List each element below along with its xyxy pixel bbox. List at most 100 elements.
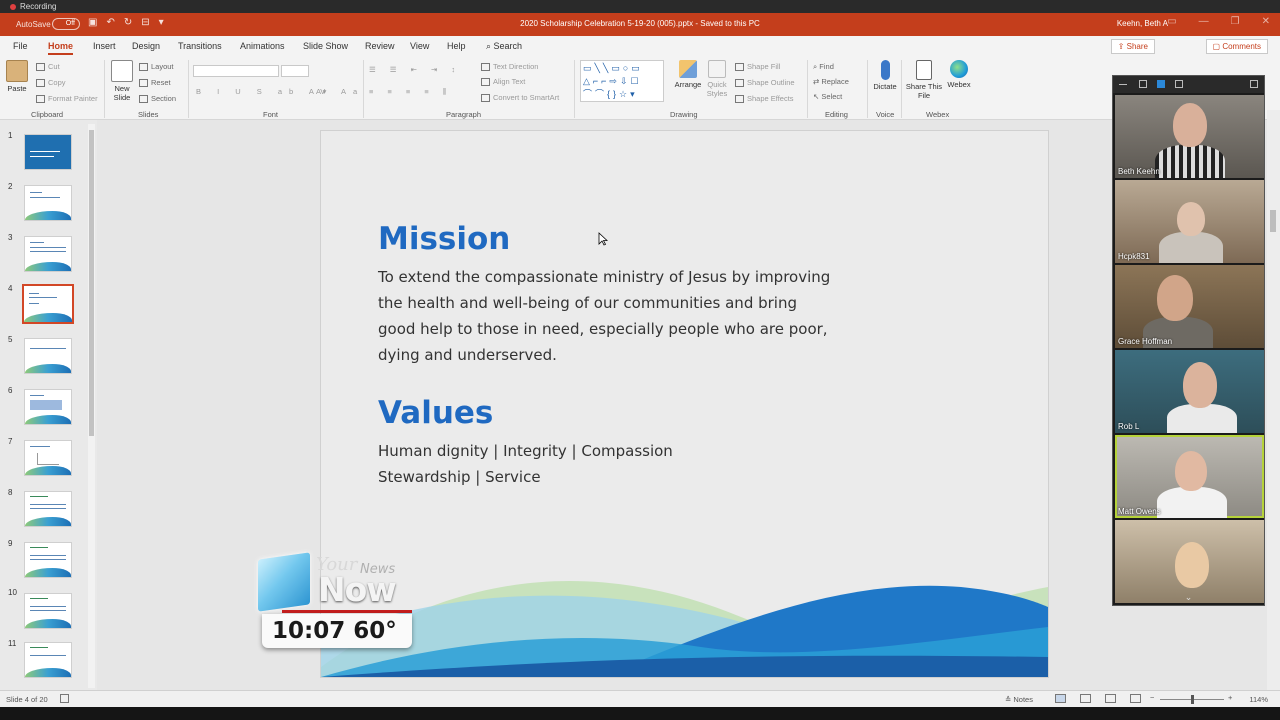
search-box[interactable]: ⌕ Search bbox=[486, 41, 522, 52]
minimize-icon[interactable] bbox=[1119, 80, 1127, 85]
slide-sorter-icon[interactable] bbox=[1080, 694, 1091, 703]
copy-button[interactable]: Copy bbox=[36, 78, 66, 88]
text-direction-button[interactable]: Text Direction bbox=[481, 62, 538, 72]
values-title[interactable]: Values bbox=[378, 395, 493, 431]
convert-smartart-label: Convert to SmartArt bbox=[493, 93, 560, 102]
speaker-view-icon[interactable] bbox=[1157, 80, 1165, 88]
slide-counter: Slide 4 of 20 bbox=[6, 695, 48, 704]
tab-view[interactable]: View bbox=[410, 41, 429, 51]
slide-thumbnail[interactable] bbox=[24, 185, 72, 221]
shape-fill-button[interactable]: Shape Fill bbox=[735, 62, 780, 72]
ribbon-display-icon[interactable]: ▭ bbox=[1167, 16, 1176, 27]
layout-icon[interactable] bbox=[1139, 80, 1147, 88]
scrollbar-thumb[interactable] bbox=[89, 130, 94, 436]
shape-effects-button[interactable]: Shape Effects bbox=[735, 94, 794, 104]
zoom-level[interactable]: 114% bbox=[1249, 695, 1268, 704]
slide-thumbnail[interactable] bbox=[24, 642, 72, 678]
normal-view-icon[interactable] bbox=[1055, 694, 1066, 703]
slide[interactable]: Mission To extend the compassionate mini… bbox=[321, 131, 1048, 677]
tab-home[interactable]: Home bbox=[48, 41, 74, 55]
dictate-button[interactable]: Dictate bbox=[872, 60, 898, 91]
convert-smartart-button[interactable]: Convert to SmartArt bbox=[481, 93, 560, 103]
slideshow-view-icon[interactable] bbox=[1130, 694, 1141, 703]
participant-tile[interactable] bbox=[1115, 520, 1264, 603]
minimize-icon[interactable]: — bbox=[1199, 16, 1209, 27]
quick-styles-button[interactable]: Quick Styles bbox=[704, 60, 730, 98]
notes-button[interactable]: ≙ Notes bbox=[1005, 695, 1033, 704]
participant-body bbox=[1155, 145, 1225, 178]
replace-button[interactable]: ⇄ Replace bbox=[813, 77, 849, 86]
cut-button[interactable]: Cut bbox=[36, 62, 60, 72]
arrange-button[interactable]: Arrange bbox=[673, 60, 703, 89]
group-label-webex: Webex bbox=[926, 110, 950, 119]
mission-text[interactable]: To extend the compassionate ministry of … bbox=[378, 264, 838, 368]
align-text-button[interactable]: Align Text bbox=[481, 77, 525, 87]
thumbnail-scrollbar[interactable] bbox=[88, 124, 95, 688]
values-line-2[interactable]: Stewardship | Service bbox=[378, 464, 838, 490]
accessibility-icon[interactable] bbox=[60, 694, 69, 703]
zoom-out-icon[interactable]: − bbox=[1150, 693, 1154, 702]
slide-number: 6 bbox=[8, 386, 13, 395]
group-label-voice: Voice bbox=[876, 110, 895, 119]
slide-thumbnail[interactable] bbox=[24, 593, 72, 629]
zoom-in-icon[interactable]: + bbox=[1228, 693, 1232, 702]
slide-thumbnail[interactable] bbox=[24, 491, 72, 527]
shape-outline-button[interactable]: Shape Outline bbox=[735, 78, 795, 88]
slide-thumbnail[interactable] bbox=[24, 542, 72, 578]
participant-tile[interactable]: Grace Hoffman bbox=[1115, 265, 1264, 348]
tab-insert[interactable]: Insert bbox=[93, 41, 116, 51]
comments-button[interactable]: ▢ Comments bbox=[1205, 39, 1268, 54]
section-button[interactable]: Section bbox=[139, 94, 176, 104]
webex-button[interactable]: Webex bbox=[946, 60, 972, 89]
share-button[interactable]: ⇪ Share bbox=[1110, 39, 1155, 54]
paste-button[interactable]: Paste bbox=[6, 60, 28, 93]
participant-head bbox=[1175, 542, 1209, 588]
tab-transitions[interactable]: Transitions bbox=[178, 41, 222, 51]
list-buttons[interactable]: ☰ ☰ ⇤ ⇥ ↕ bbox=[369, 65, 461, 74]
tab-slide-show[interactable]: Slide Show bbox=[303, 41, 348, 51]
tab-review[interactable]: Review bbox=[365, 41, 395, 51]
font-format-buttons[interactable]: B I U S ab AV Aa bbox=[196, 87, 364, 96]
find-button[interactable]: ⌕ Find bbox=[813, 62, 834, 72]
close-icon[interactable]: ✕ bbox=[1262, 16, 1270, 27]
notes-label: Notes bbox=[1013, 695, 1033, 704]
reading-view-icon[interactable] bbox=[1105, 694, 1116, 703]
font-family-select[interactable] bbox=[193, 65, 279, 77]
gallery-view-icon[interactable] bbox=[1175, 80, 1183, 88]
share-file-button[interactable]: Share This File bbox=[905, 60, 943, 100]
tab-animations[interactable]: Animations bbox=[240, 41, 285, 51]
user-name[interactable]: Keehn, Beth A bbox=[1117, 19, 1168, 28]
shapes-gallery[interactable]: ▭╲╲▭○▭ △⌐⌐⇨⇩☐ ⌒⌒{}☆▾ bbox=[580, 60, 664, 102]
participant-tile[interactable]: Hcpk831 bbox=[1115, 180, 1264, 263]
participant-tile-active-speaker[interactable]: Matt Owens bbox=[1115, 435, 1264, 518]
tab-help[interactable]: Help bbox=[447, 41, 466, 51]
restore-icon[interactable]: ❐ bbox=[1231, 16, 1240, 27]
slide-thumbnail[interactable] bbox=[24, 236, 72, 272]
expand-icon[interactable] bbox=[1250, 80, 1258, 88]
layout-button[interactable]: Layout bbox=[139, 62, 174, 72]
participant-tile[interactable]: Rob L bbox=[1115, 350, 1264, 433]
slide-thumbnail[interactable] bbox=[24, 134, 72, 170]
format-painter-button[interactable]: Format Painter bbox=[36, 94, 98, 104]
canvas-scrollbar[interactable] bbox=[1267, 110, 1280, 690]
participant-tile[interactable]: Beth Keehn bbox=[1115, 95, 1264, 178]
font-color-button[interactable]: A ▾ bbox=[316, 87, 326, 96]
reset-button[interactable]: Reset bbox=[139, 78, 171, 88]
zoom-slider-knob[interactable] bbox=[1191, 695, 1194, 704]
tab-design[interactable]: Design bbox=[132, 41, 160, 51]
slide-thumbnail[interactable] bbox=[24, 440, 72, 476]
mission-title[interactable]: Mission bbox=[378, 221, 510, 257]
tab-file[interactable]: File bbox=[13, 41, 28, 51]
values-line-1[interactable]: Human dignity | Integrity | Compassion bbox=[378, 438, 838, 464]
scroll-down-chevron-icon[interactable]: ⌄ bbox=[1113, 592, 1264, 603]
alignment-buttons[interactable]: ≡ ≡ ≡ ≡ ⫼ bbox=[369, 87, 452, 97]
new-slide-button[interactable]: New Slide bbox=[109, 60, 135, 102]
scrollbar-thumb[interactable] bbox=[1270, 210, 1276, 232]
font-size-select[interactable] bbox=[281, 65, 309, 77]
screen-bottom-edge bbox=[0, 707, 1280, 720]
slide-thumbnail[interactable] bbox=[24, 389, 72, 425]
share-file-label: Share This File bbox=[905, 82, 943, 100]
slide-thumbnail[interactable] bbox=[24, 338, 72, 374]
slide-thumbnail-selected[interactable] bbox=[22, 284, 74, 324]
select-button[interactable]: ↖ Select bbox=[813, 92, 842, 101]
